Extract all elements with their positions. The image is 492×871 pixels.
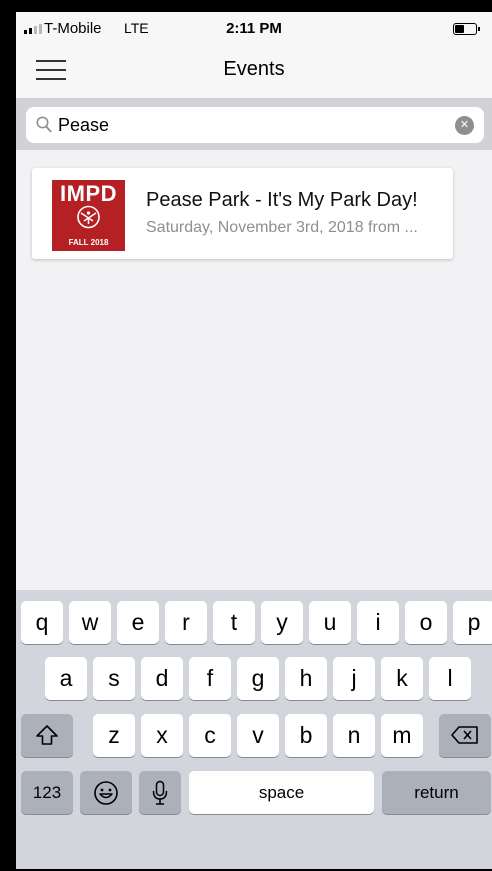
key-p[interactable]: p (453, 601, 492, 644)
key-g[interactable]: g (237, 657, 279, 700)
status-bar: T-Mobile LTE 2:11 PM (16, 12, 492, 44)
event-date: Saturday, November 3rd, 2018 from ... (146, 219, 418, 236)
key-u[interactable]: u (309, 601, 351, 644)
key-s[interactable]: s (93, 657, 135, 700)
navigation-bar: Events (16, 44, 492, 99)
key-x[interactable]: x (141, 714, 183, 757)
key-b[interactable]: b (285, 714, 327, 757)
thumbnail-heading: IMPD (60, 181, 117, 206)
key-v[interactable]: v (237, 714, 279, 757)
microphone-icon (152, 780, 168, 805)
key-j[interactable]: j (333, 657, 375, 700)
return-key[interactable]: return (382, 771, 491, 814)
key-r[interactable]: r (165, 601, 207, 644)
shift-icon (36, 725, 58, 745)
emoji-key[interactable] (80, 771, 132, 814)
key-h[interactable]: h (285, 657, 327, 700)
key-i[interactable]: i (357, 601, 399, 644)
hamburger-menu-icon[interactable] (36, 58, 70, 84)
clear-icon[interactable]: ✕ (455, 116, 474, 135)
search-icon (36, 116, 52, 133)
search-input[interactable] (58, 111, 438, 139)
event-thumbnail: IMPD FALL 2018 (52, 180, 125, 251)
shift-key[interactable] (21, 714, 73, 757)
search-bar: ✕ (16, 98, 492, 150)
key-e[interactable]: e (117, 601, 159, 644)
key-d[interactable]: d (141, 657, 183, 700)
event-card[interactable]: IMPD FALL 2018 Pease Park - It's My Park… (32, 168, 453, 259)
event-title: Pease Park - It's My Park Day! (146, 189, 418, 211)
key-o[interactable]: o (405, 601, 447, 644)
search-field-container[interactable]: ✕ (26, 107, 484, 143)
battery-icon (453, 23, 480, 35)
key-n[interactable]: n (333, 714, 375, 757)
keyboard: qwertyuiop asdfghjkl zxcvbnm 123 space r… (16, 590, 492, 869)
key-l[interactable]: l (429, 657, 471, 700)
page-title: Events (223, 58, 285, 80)
emoji-icon (94, 781, 118, 805)
numbers-key[interactable]: 123 (21, 771, 73, 814)
key-f[interactable]: f (189, 657, 231, 700)
backspace-icon (451, 726, 478, 744)
thumbnail-subheading: FALL 2018 (68, 238, 109, 247)
dictation-key[interactable] (139, 771, 181, 814)
key-y[interactable]: y (261, 601, 303, 644)
results-list: IMPD FALL 2018 Pease Park - It's My Park… (16, 150, 492, 590)
key-a[interactable]: a (45, 657, 87, 700)
key-t[interactable]: t (213, 601, 255, 644)
space-key[interactable]: space (189, 771, 374, 814)
status-time: 2:11 PM (226, 20, 282, 37)
phone-screen: T-Mobile LTE 2:11 PM Events ✕ IMPD (16, 12, 492, 869)
key-w[interactable]: w (69, 601, 111, 644)
key-q[interactable]: q (21, 601, 63, 644)
delete-key[interactable] (439, 714, 491, 757)
key-c[interactable]: c (189, 714, 231, 757)
key-k[interactable]: k (381, 657, 423, 700)
park-emblem-icon (77, 205, 100, 229)
key-m[interactable]: m (381, 714, 423, 757)
key-z[interactable]: z (93, 714, 135, 757)
